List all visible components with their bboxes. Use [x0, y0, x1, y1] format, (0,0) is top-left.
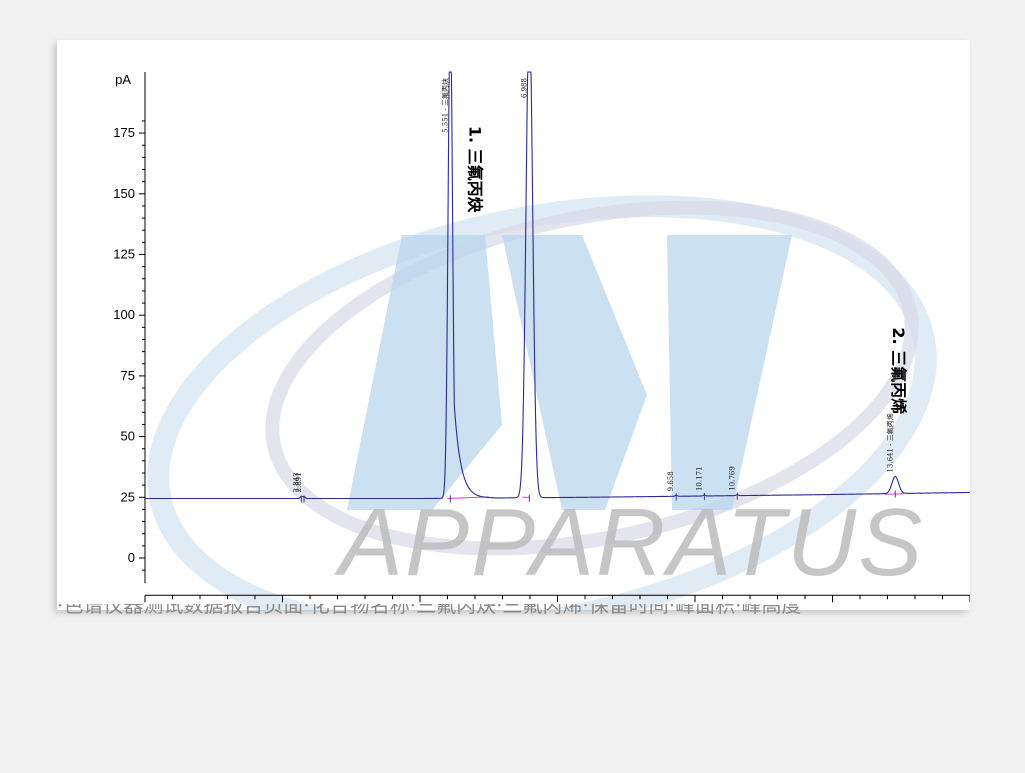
y-tick-label: 0 — [128, 550, 135, 565]
cropped-footer-line: ·色谱仪器测试数据报告页面·化合物名称·三氟丙炔·三氟丙烯·保留时间·峰面积·峰… — [57, 604, 802, 614]
peak-label: 5.551 - 三氟丙炔 — [440, 78, 449, 133]
chart-frame: APPARATUS 0255075100125150175pA02.557.51… — [57, 40, 970, 610]
y-tick-label: 125 — [113, 247, 135, 262]
y-tick-label: 75 — [121, 368, 135, 383]
peak-label: 9.658 — [667, 471, 675, 491]
compound-annotation: 2. 三氟丙烯 — [889, 327, 908, 414]
cropped-footer-text: ·色谱仪器测试数据报告页面·化合物名称·三氟丙炔·三氟丙烯·保留时间·峰面积·峰… — [57, 604, 970, 614]
y-axis-unit-label: pA — [115, 72, 131, 87]
compound-annotation: 1. 三氟丙炔 — [466, 126, 485, 213]
y-tick-label: 50 — [121, 429, 135, 444]
peak-label: 2.891 — [295, 472, 303, 492]
peak-label: 10.769 — [728, 466, 736, 491]
peak-label: 13.641 - 三氟丙烯 — [885, 413, 894, 472]
y-tick-label: 150 — [113, 186, 135, 201]
y-tick-label: 100 — [113, 307, 135, 322]
peak-label: 10.171 — [695, 467, 703, 492]
apparatus-watermark: APPARATUS — [147, 195, 937, 610]
y-tick-label: 175 — [113, 125, 135, 140]
watermark-w-left — [347, 235, 502, 510]
chromatogram-chart: APPARATUS 0255075100125150175pA02.557.51… — [113, 71, 970, 610]
peak-label: 6.988 — [520, 78, 528, 98]
watermark-text: APPARATUS — [334, 489, 924, 596]
y-tick-label: 25 — [121, 489, 135, 504]
